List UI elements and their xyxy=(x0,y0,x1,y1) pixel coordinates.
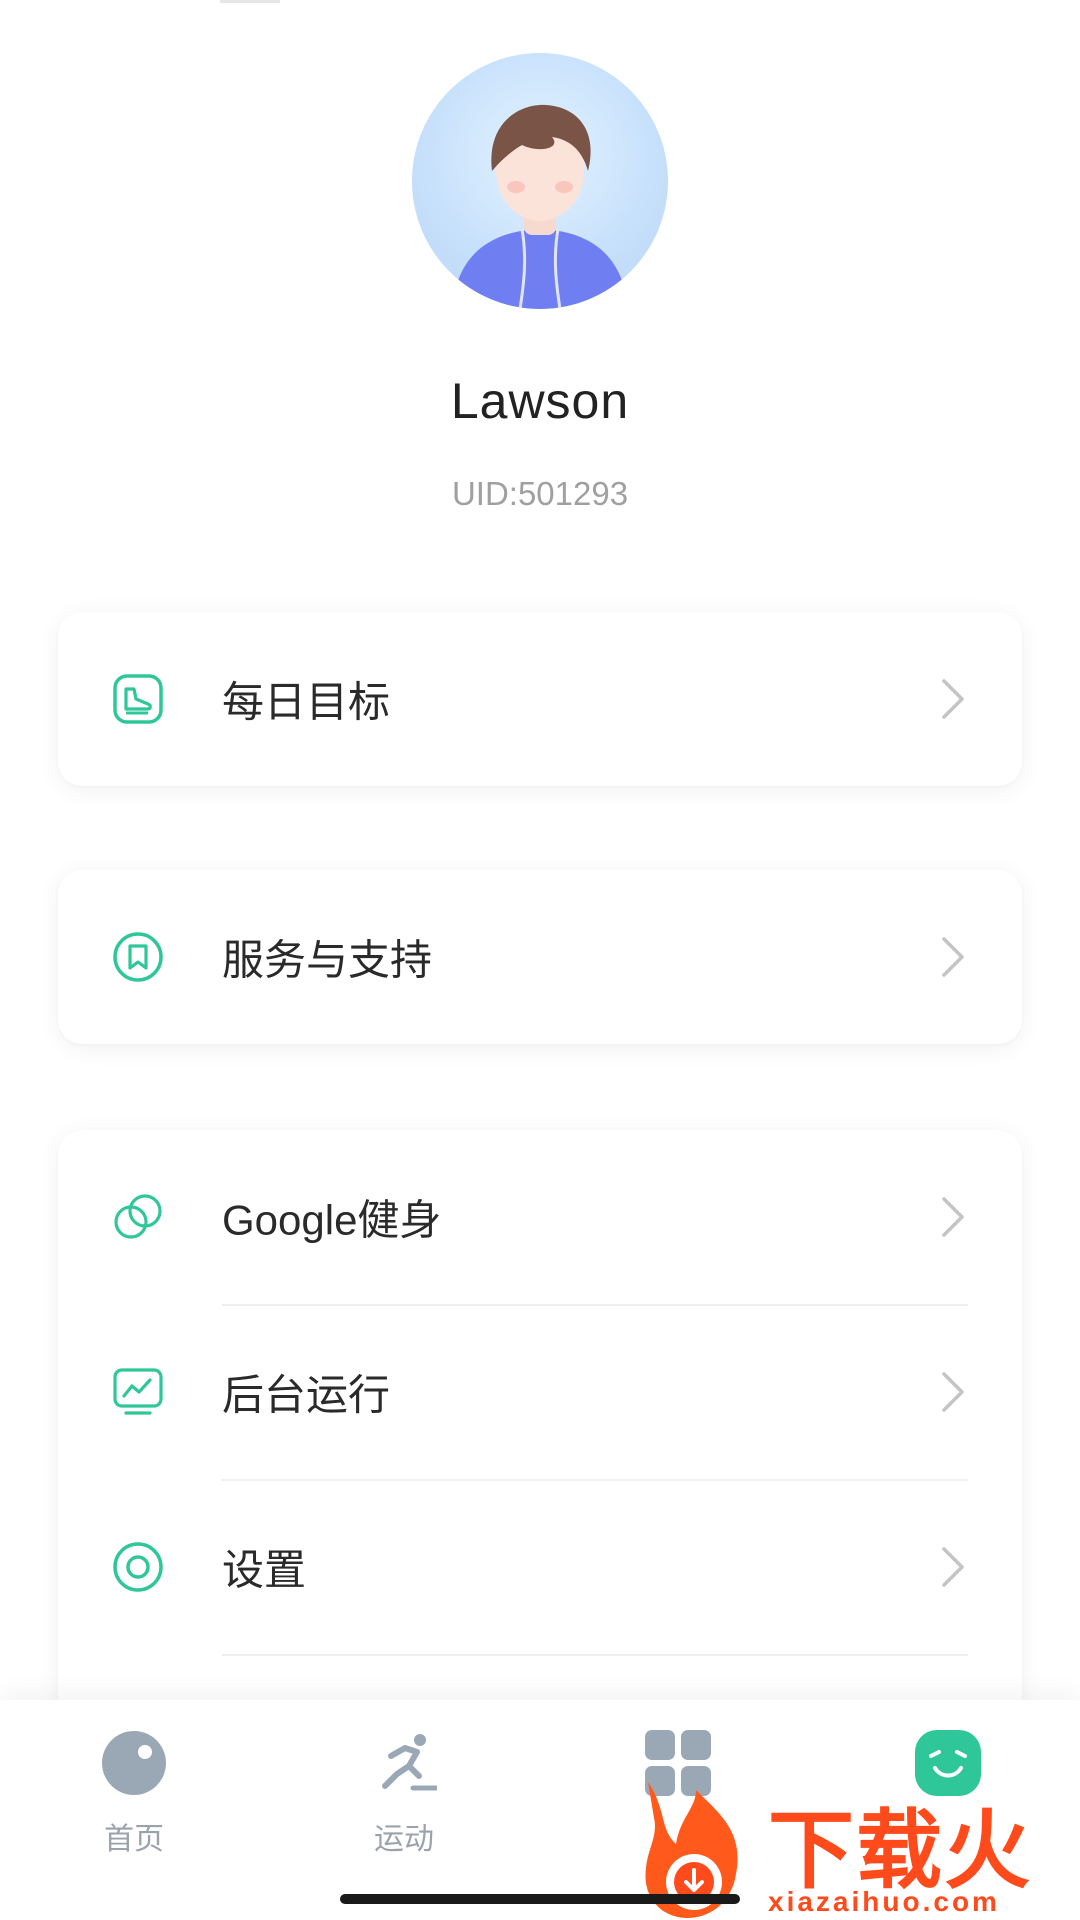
home-indicator[interactable] xyxy=(340,1894,740,1904)
monitor-chart-icon xyxy=(113,1368,163,1415)
more-options-card: Google健身 后台运行 设置 xyxy=(58,1130,1022,1750)
menu-item-service-support[interactable]: 服务与支持 xyxy=(58,870,1022,1044)
chevron-right-icon xyxy=(942,1197,964,1237)
bookmark-icon xyxy=(113,932,163,982)
running-icon xyxy=(382,1734,437,1791)
tab-label: 运动 xyxy=(374,1823,434,1856)
watermark-url: xiazaihuo.com xyxy=(768,1886,1000,1917)
menu-item-google-fit[interactable]: Google健身 xyxy=(58,1130,1022,1304)
shoe-icon xyxy=(113,674,163,724)
chevron-right-icon xyxy=(942,1547,964,1587)
avatar-illustration xyxy=(452,104,628,309)
menu-item-settings[interactable]: 设置 xyxy=(58,1480,1022,1654)
daily-goal-card: 每日目标 xyxy=(58,612,1022,786)
ring-icon xyxy=(113,1542,163,1592)
divider xyxy=(222,1654,968,1656)
menu-item-background-run[interactable]: 后台运行 xyxy=(58,1305,1022,1479)
status-bar-remnant xyxy=(220,0,280,3)
menu-item-daily-goal[interactable]: 每日目标 xyxy=(58,612,1022,786)
service-support-card: 服务与支持 xyxy=(58,870,1022,1044)
tab-home[interactable]: 首页 xyxy=(44,1730,224,1860)
chevron-right-icon xyxy=(942,679,964,719)
menu-item-label: Google健身 xyxy=(222,1196,442,1244)
chevron-right-icon xyxy=(942,937,964,977)
username: Lawson xyxy=(450,373,630,429)
menu-item-label: 每日目标 xyxy=(222,678,391,726)
tab-sport[interactable]: 运动 xyxy=(314,1730,494,1860)
menu-item-label: 设置 xyxy=(222,1546,307,1594)
overlap-circles-icon xyxy=(114,1194,162,1239)
menu-item-label: 后台运行 xyxy=(222,1371,391,1419)
user-id: UID:501293 xyxy=(451,475,629,512)
chevron-right-icon xyxy=(942,1372,964,1412)
avatar[interactable] xyxy=(412,53,668,309)
tab-label: 首页 xyxy=(104,1823,164,1856)
menu-item-label: 服务与支持 xyxy=(222,936,433,984)
globe-icon xyxy=(102,1731,166,1795)
